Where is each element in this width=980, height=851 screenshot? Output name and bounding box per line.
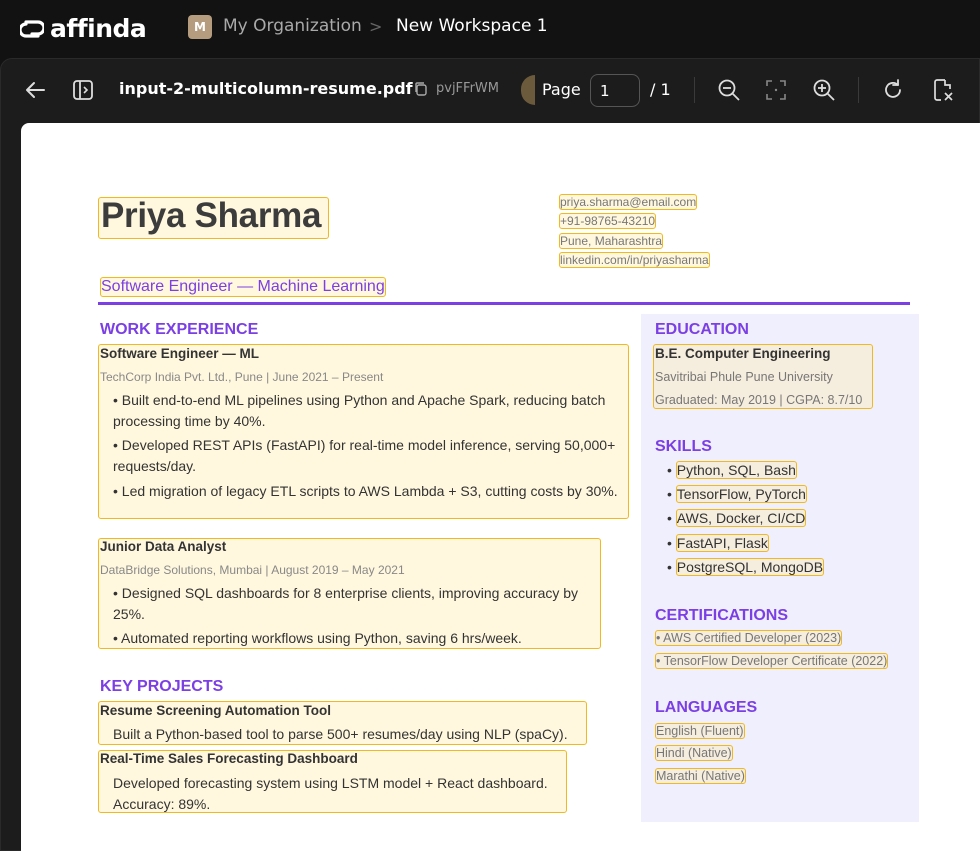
job-title: Junior Data Analyst [100,539,227,554]
toolbar-divider [694,77,695,103]
degree: B.E. Computer Engineering [655,346,831,361]
job-bullet: • Designed SQL dashboards for 8 enterpri… [113,585,579,622]
job-bullet: • Built end-to-end ML pipelines using Py… [113,392,606,429]
section-heading-education: EDUCATION [655,321,749,338]
breadcrumb-organization[interactable]: My Organization [223,16,362,36]
skill-item: • FastAPI, Flask [667,534,769,552]
language-item[interactable]: Marathi (Native) [655,768,746,784]
section-heading-projects: KEY PROJECTS [100,678,224,695]
breadcrumb-workspace[interactable]: New Workspace 1 [396,16,548,36]
page-number-input[interactable] [590,74,640,107]
project-title: Real-Time Sales Forecasting Dashboard [100,751,358,766]
job-meta: TechCorp India Pvt. Ltd., Pune | June 20… [100,370,384,384]
job-title: Software Engineer — ML [100,346,260,361]
affinda-logo-icon [20,19,44,38]
sidebar-toggle-icon[interactable] [71,78,95,102]
brand-name: affinda [50,14,147,43]
candidate-name: Priya Sharma [101,196,322,235]
chevron-right-icon: > [369,17,383,36]
job-bullet: • Developed REST APIs (FastAPI) for real… [113,437,616,474]
header-divider [98,302,910,305]
zoom-out-icon[interactable] [716,77,742,103]
document-id[interactable]: pvjFFrWM [436,81,499,96]
skill-label[interactable]: AWS, Docker, CI/CD [675,509,807,527]
document-filename: input-2-multicolumn-resume.pdf [119,79,413,98]
section-heading-certifications: CERTIFICATIONS [655,607,789,624]
zoom-in-icon[interactable] [811,77,837,103]
skill-item: • PostgreSQL, MongoDB [667,558,825,576]
section-heading-languages: LANGUAGES [655,699,758,716]
page-total: / 1 [650,80,671,99]
skill-label[interactable]: TensorFlow, PyTorch [675,485,807,503]
language-item[interactable]: Hindi (Native) [655,745,733,761]
top-bar: affinda M My Organization > New Workspac… [0,0,980,56]
contact-location[interactable]: Pune, Maharashtra [559,233,664,249]
skill-label[interactable]: FastAPI, Flask [675,534,769,552]
project-description: Developed forecasting system using LSTM … [113,775,548,791]
job-meta: DataBridge Solutions, Mumbai | August 20… [100,563,405,577]
contact-phone[interactable]: +91-98765-43210 [559,213,657,229]
job-bullet: • Automated reporting workflows using Py… [113,630,522,646]
contact-linkedin[interactable]: linkedin.com/in/priyasharma [559,252,710,268]
org-avatar: M [188,15,212,39]
graduation: Graduated: May 2019 | CGPA: 8.7/10 [655,393,863,407]
skill-label[interactable]: PostgreSQL, MongoDB [675,558,825,576]
profession-title[interactable]: Software Engineer — Machine Learning [100,277,386,297]
university: Savitribai Phule Pune University [655,370,833,384]
certification-item[interactable]: • TensorFlow Developer Certificate (2022… [655,653,889,669]
project-title: Resume Screening Automation Tool [100,703,332,718]
page-label: Page [542,80,581,99]
copy-icon[interactable] [413,81,429,101]
language-item[interactable]: English (Fluent) [655,723,745,739]
skill-item: • AWS, Docker, CI/CD [667,509,807,527]
fit-page-icon[interactable] [764,78,788,102]
contact-email[interactable]: priya.sharma@email.com [559,194,698,210]
project-description: Built a Python-based tool to parse 500+ … [113,726,568,742]
section-heading-work: WORK EXPERIENCE [100,321,259,338]
rotate-icon[interactable] [880,77,906,103]
project-description: Accuracy: 89%. [113,796,211,812]
document-page: Priya Sharma priya.sharma@email.com +91-… [21,123,980,851]
toolbar-divider [858,77,859,103]
file-close-icon[interactable] [930,77,956,103]
back-arrow-icon[interactable] [22,78,48,102]
skill-item: • TensorFlow, PyTorch [667,485,807,503]
certification-item[interactable]: • AWS Certified Developer (2023) [655,630,843,646]
job-bullet: • Led migration of legacy ETL scripts to… [113,483,618,499]
section-heading-skills: SKILLS [655,438,712,455]
skill-item: • Python, SQL, Bash [667,461,797,479]
affinda-logo[interactable]: affinda [20,14,147,43]
skill-label[interactable]: Python, SQL, Bash [675,461,797,479]
